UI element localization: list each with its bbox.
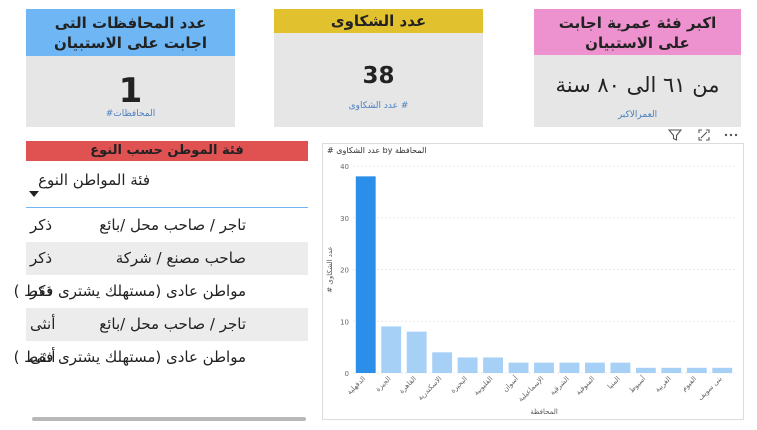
bar[interactable] [381,326,402,373]
x-tick-label: الاسكندرية [416,375,443,402]
focus-mode-icon[interactable] [697,128,711,142]
bar[interactable] [559,362,580,373]
card-value: 1 [118,71,143,111]
table-row[interactable]: مواطن عادى (مستهلك يشترى فقط ) أنثى [14,341,308,374]
table-header-label[interactable]: فئة المواطن النوع [38,171,150,189]
x-tick-label: القاهرة [398,375,419,396]
filter-icon[interactable] [667,128,683,142]
card-value: من ٦١ الى ٨٠ سنة [555,73,720,97]
x-tick-label: بنى سويف [696,375,723,402]
bar[interactable] [686,367,707,373]
table-row[interactable]: تاجر / صاحب محل /بائع ذكر [26,209,308,242]
citizen-type-cell: صاحب مصنع / شركة [115,249,246,267]
y-tick-label: 10 [340,318,349,326]
card-subtitle: # عدد الشكاوى [348,101,409,111]
bar[interactable] [610,362,631,373]
y-tick-label: 20 [340,267,349,275]
bar[interactable] [406,331,427,373]
card-subtitle: العمرالاكبر [617,110,658,120]
bar[interactable] [661,367,682,373]
horizontal-scrollbar[interactable] [32,417,306,421]
x-tick-label: القليوبية [472,375,494,397]
x-tick-label: المنوفية [574,375,596,397]
gender-cell: ذكر [30,216,53,234]
kpi-card-governorates-count[interactable]: عدد المحافظات التى اجابت على الاستبيان 1… [26,9,235,127]
citizen-type-by-gender-table[interactable]: فئة الموطن حسب النوع فئة المواطن النوع ت… [14,141,308,426]
y-tick-label: 40 [340,163,349,171]
more-options-icon[interactable] [723,128,738,142]
gender-cell: ذكر [30,249,53,267]
y-tick-label: 0 [345,370,349,378]
card-title: عدد الشكاوى [274,9,483,33]
bar[interactable] [585,362,605,373]
x-tick-label: البحيرة [449,375,469,395]
bar[interactable] [508,362,529,373]
bar[interactable] [457,357,478,373]
table-row[interactable]: تاجر / صاحب محل /بائع أنثى [26,308,308,341]
kpi-card-complaints-count[interactable]: عدد الشكاوى 38 # عدد الشكاوى [274,9,483,127]
citizen-type-cell: تاجر / صاحب محل /بائع [99,216,246,234]
bar[interactable] [712,367,733,373]
card-subtitle: المحافظات# [105,109,156,119]
y-axis-label: # عدد الشكاوى [326,246,334,292]
bar[interactable] [534,362,554,373]
card-title: عدد المحافظات التى اجابت على الاستبيان [26,9,235,56]
gender-cell: ذكر [30,282,53,300]
x-tick-label: أسوان [500,374,519,393]
card-value: 38 [362,63,395,89]
sort-arrow-icon[interactable] [29,191,39,197]
x-tick-label: الفيوم [680,375,698,393]
table-header[interactable]: فئة المواطن النوع [26,167,308,208]
bar[interactable] [355,176,376,373]
x-axis-label: المحافظة [530,408,558,416]
chart-canvas: 010203040الدقهلية الجيزة القاهرةالاسكندرية… [326,163,735,416]
x-tick-label: الشرقية [549,375,571,397]
complaints-by-governorate-chart[interactable]: # عدد الشكاوى by المحافظة 0 10 20 30 40 الدقه… [322,143,744,420]
bar[interactable] [432,352,453,373]
y-tick-label: 30 [340,215,349,223]
card-title: اكبر فئة عمرية اجابت على الاستبيان [534,9,741,55]
x-tick-label: الإسماعيلية [517,375,546,404]
table-row[interactable]: صاحب مصنع / شركة ذكر [26,242,308,275]
table-row[interactable]: مواطن عادى (مستهلك يشترى فقط ) ذكر [14,275,308,308]
x-tick-label: الغربية [654,375,673,394]
x-tick-label: الجيزة [374,375,393,394]
kpi-card-largest-age-group[interactable]: اكبر فئة عمرية اجابت على الاستبيان من ٦١… [534,9,741,127]
gender-cell: أنثى [30,315,56,333]
x-tick-label: أسيوط [627,374,648,395]
citizen-type-cell: تاجر / صاحب محل /بائع [99,315,246,333]
x-tick-label: المنيا [606,375,622,391]
bar[interactable] [483,357,503,373]
table-title: فئة الموطن حسب النوع [26,141,308,161]
bar[interactable] [635,367,656,373]
gender-cell: أنثى [30,348,56,366]
